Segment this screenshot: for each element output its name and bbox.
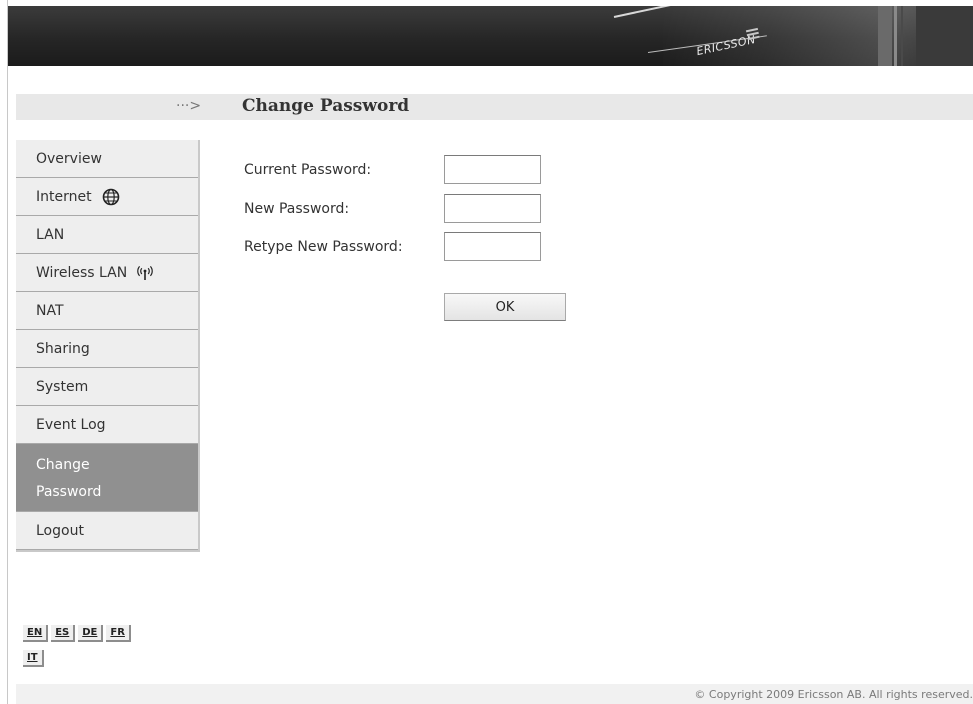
new-password-field[interactable] <box>444 194 541 223</box>
language-link-en[interactable]: EN <box>23 625 49 642</box>
sidebar-item-label: Overview <box>36 150 102 167</box>
ericsson-logo-mark-icon <box>745 27 760 42</box>
sidebar-item-change-password[interactable]: Change Password <box>16 444 198 512</box>
sidebar-item-label: Wireless LAN <box>36 264 128 281</box>
wireless-antenna-icon <box>137 265 153 280</box>
header-pillar <box>878 6 892 66</box>
language-selector: EN ES DE FR IT <box>23 620 183 670</box>
language-link-de[interactable]: DE <box>78 625 104 642</box>
left-frame-border <box>0 0 8 704</box>
sidebar-item-label: Logout <box>36 522 84 539</box>
retype-password-label: Retype New Password: <box>244 239 403 255</box>
current-password-label: Current Password: <box>244 162 372 178</box>
header-banner: ERICSSON <box>8 6 973 66</box>
sidebar-item-wireless-lan[interactable]: Wireless LAN <box>16 254 198 292</box>
sidebar-item-nat[interactable]: NAT <box>16 292 198 330</box>
page-title: Change Password <box>242 96 410 116</box>
header-pillar <box>894 6 897 66</box>
footer: © Copyright 2009 Ericsson AB. All rights… <box>16 684 973 704</box>
language-link-it[interactable]: IT <box>23 650 44 667</box>
sidebar-item-lan[interactable]: LAN <box>16 216 198 254</box>
sidebar-item-label: System <box>36 378 89 395</box>
ok-button[interactable]: OK <box>444 293 566 321</box>
new-password-label: New Password: <box>244 201 350 217</box>
sidebar-item-label: Event Log <box>36 416 106 433</box>
header-pillar <box>916 6 973 66</box>
sidebar-nav: Overview Internet LAN Wireless LAN NAT S… <box>16 140 200 552</box>
sidebar-item-label: Internet <box>36 188 92 205</box>
sidebar-item-label: LAN <box>36 226 65 243</box>
header-pillar <box>901 6 903 66</box>
current-password-field[interactable] <box>444 155 541 184</box>
globe-icon <box>102 188 119 205</box>
language-link-es[interactable]: ES <box>51 625 76 642</box>
retype-password-field[interactable] <box>444 232 541 261</box>
sidebar-item-label: Change Password <box>36 456 102 500</box>
language-link-fr[interactable]: FR <box>106 625 131 642</box>
sidebar-item-logout[interactable]: Logout <box>16 512 198 550</box>
sidebar-item-label: NAT <box>36 302 64 319</box>
sidebar-item-label: Sharing <box>36 340 90 357</box>
sidebar-item-internet[interactable]: Internet <box>16 178 198 216</box>
sidebar-item-overview[interactable]: Overview <box>16 140 198 178</box>
title-bar <box>16 94 973 120</box>
title-arrow-icon: ···> <box>176 98 202 114</box>
sidebar-item-sharing[interactable]: Sharing <box>16 330 198 368</box>
sidebar-item-event-log[interactable]: Event Log <box>16 406 198 444</box>
sidebar-item-system[interactable]: System <box>16 368 198 406</box>
copyright-text: © Copyright 2009 Ericsson AB. All rights… <box>694 688 973 701</box>
